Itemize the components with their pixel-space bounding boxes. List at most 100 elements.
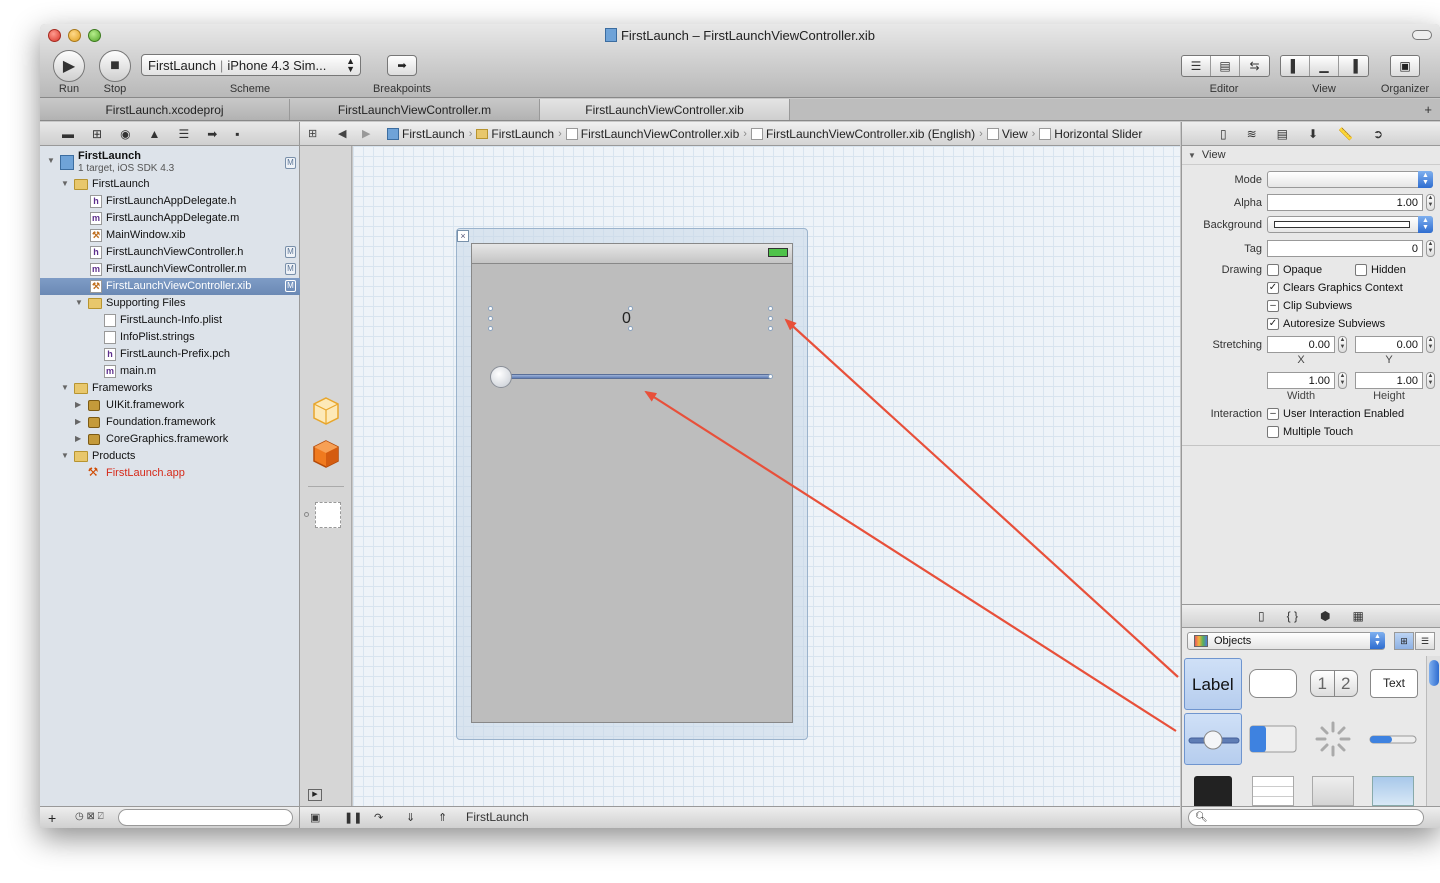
stop-button[interactable]: ■ <box>99 50 131 82</box>
background-color-popup[interactable]: ▲ ▼ <box>1267 216 1433 233</box>
expand-document-outline-icon[interactable]: ▶ <box>308 789 322 801</box>
scheme-popup[interactable]: FirstLaunch | iPhone 4.3 Sim... ▲ ▼ <box>141 54 361 76</box>
library-item-text-field[interactable]: Text <box>1364 658 1422 710</box>
tree-row-file[interactable]: ⚒ MainWindow.xib <box>40 227 300 244</box>
files-owner-icon[interactable] <box>312 396 340 426</box>
code-snippet-library-icon[interactable]: { } <box>1287 609 1298 623</box>
stretch-height-field[interactable]: 1.00 <box>1355 372 1423 389</box>
library-item-table-view-cell[interactable] <box>1304 768 1362 806</box>
toolbar-toggle-button[interactable] <box>1412 30 1432 40</box>
disclosure-closed-icon[interactable]: ▶ <box>75 434 85 443</box>
organizer-button[interactable]: ▣ <box>1390 55 1420 77</box>
icon-view-toggle[interactable]: ⊞ <box>1394 632 1414 650</box>
tab-viewcontroller-m[interactable]: FirstLaunchViewController.m <box>290 99 540 120</box>
tab-viewcontroller-xib[interactable]: FirstLaunchViewController.xib <box>540 99 790 120</box>
disclosure-open-icon[interactable]: ▼ <box>61 451 71 460</box>
tree-row-file[interactable]: FirstLaunch-Info.plist <box>40 312 300 329</box>
issue-navigator-icon[interactable]: ▲ <box>149 127 161 141</box>
disclosure-closed-icon[interactable]: ▶ <box>75 400 85 409</box>
stretch-x-field[interactable]: 0.00 <box>1267 336 1335 353</box>
library-item-switch[interactable] <box>1244 713 1302 765</box>
project-navigator-icon[interactable]: ▬ <box>62 127 74 141</box>
breadcrumb-view[interactable]: View › <box>986 127 1039 141</box>
navigator-toggle-icon[interactable]: ▌ <box>1281 56 1310 76</box>
hide-debug-area-icon[interactable]: ▣ <box>310 811 320 824</box>
view-segmented-control[interactable]: ▌ ▁ ▐ <box>1280 55 1369 77</box>
log-navigator-icon[interactable]: ▪ <box>235 127 239 141</box>
tree-row-framework[interactable]: ▶ CoreGraphics.framework <box>40 431 300 448</box>
ib-canvas[interactable]: × 0 <box>353 146 1180 806</box>
add-file-icon[interactable]: + <box>48 810 56 826</box>
tree-row-file[interactable]: m main.m <box>40 363 300 380</box>
tag-stepper[interactable]: ▲ ▼ <box>1426 240 1435 257</box>
disclosure-open-icon[interactable]: ▼ <box>1188 151 1196 160</box>
breadcrumb-file[interactable]: FirstLaunchViewController.xib › <box>565 127 751 141</box>
breadcrumb-slider[interactable]: Horizontal Slider <box>1039 127 1142 141</box>
disclosure-open-icon[interactable]: ▼ <box>75 298 85 307</box>
size-inspector-icon[interactable]: 📏 <box>1338 127 1353 141</box>
tree-row-file[interactable]: h FirstLaunchViewController.h M <box>40 244 300 261</box>
step-out-icon[interactable]: ⇑ <box>438 811 447 824</box>
file-inspector-icon[interactable]: ▯ <box>1220 127 1227 141</box>
filter-options-icon[interactable]: ◷ ⊠ ⍁ <box>75 811 104 822</box>
tree-row-file-selected[interactable]: ⚒ FirstLaunchViewController.xib M <box>40 278 300 295</box>
breakpoints-button[interactable]: ➡ <box>387 55 417 76</box>
tree-row-file[interactable]: h FirstLaunch-Prefix.pch <box>40 346 300 363</box>
stretch-height-stepper[interactable]: ▲ ▼ <box>1426 372 1435 389</box>
stretch-x-stepper[interactable]: ▲ ▼ <box>1338 336 1347 353</box>
clip-subviews-checkbox[interactable]: – <box>1267 300 1279 312</box>
clears-graphics-checkbox[interactable]: ✓ <box>1267 282 1279 294</box>
library-item-slider[interactable] <box>1184 713 1242 765</box>
tree-row-framework[interactable]: ▶ UIKit.framework <box>40 397 300 414</box>
attributes-inspector-icon[interactable]: ⬇ <box>1308 127 1318 141</box>
pause-icon[interactable]: ❚❚ <box>344 811 362 824</box>
tree-row-file[interactable]: InfoPlist.strings <box>40 329 300 346</box>
opaque-checkbox[interactable] <box>1267 264 1279 276</box>
disclosure-dot-icon[interactable] <box>304 512 309 517</box>
mode-popup[interactable]: ▲ ▼ <box>1267 171 1433 188</box>
user-interaction-checkbox[interactable]: – <box>1267 408 1279 420</box>
library-item-label[interactable]: Label <box>1184 658 1242 710</box>
library-item-segmented-control[interactable]: 1 2 <box>1304 658 1362 710</box>
library-item-activity-indicator[interactable] <box>1304 713 1362 765</box>
resize-handle[interactable] <box>488 316 493 321</box>
stretch-y-field[interactable]: 0.00 <box>1355 336 1423 353</box>
project-root-row[interactable]: ▼ FirstLaunch 1 target, iOS SDK 4.3 M <box>40 149 300 179</box>
first-responder-icon[interactable] <box>312 439 340 469</box>
resize-handle[interactable] <box>768 306 773 311</box>
scrollbar-knob[interactable] <box>1429 660 1439 686</box>
disclosure-open-icon[interactable]: ▼ <box>61 179 71 188</box>
assistant-editor-icon[interactable]: ▤ <box>1211 56 1240 76</box>
multiple-touch-checkbox[interactable] <box>1267 426 1279 438</box>
resize-handle[interactable] <box>768 374 773 379</box>
close-view-icon[interactable]: × <box>457 230 469 242</box>
tree-row-folder[interactable]: ▼ Products <box>40 448 300 465</box>
connections-inspector-icon[interactable]: ➲ <box>1373 127 1383 141</box>
navigator-filter-input[interactable] <box>118 809 293 826</box>
library-item-page-control[interactable] <box>1184 768 1242 806</box>
editor-segmented-control[interactable]: ☰ ▤ ⇆ <box>1181 55 1270 77</box>
library-item-table-view[interactable] <box>1244 768 1302 806</box>
disclosure-open-icon[interactable]: ▼ <box>61 383 71 392</box>
resize-handle[interactable] <box>768 316 773 321</box>
related-files-icon[interactable]: ⊞ <box>308 127 317 140</box>
library-scrollbar[interactable] <box>1426 656 1440 806</box>
breakpoint-navigator-icon[interactable]: ➡ <box>207 127 217 141</box>
list-view-toggle[interactable]: ☰ <box>1415 632 1435 650</box>
debug-navigator-icon[interactable]: ☰ <box>178 127 189 141</box>
tree-row-folder[interactable]: ▼ Frameworks <box>40 380 300 397</box>
tree-row-framework[interactable]: ▶ Foundation.framework <box>40 414 300 431</box>
tree-row-file[interactable]: m FirstLaunchAppDelegate.m <box>40 210 300 227</box>
forward-arrow-icon[interactable]: ▶ <box>362 127 370 140</box>
resize-handle[interactable] <box>488 306 493 311</box>
step-into-icon[interactable]: ⇓ <box>406 811 415 824</box>
value-label[interactable]: 0 <box>622 310 631 328</box>
alpha-field[interactable]: 1.00 <box>1267 194 1423 211</box>
tree-row-folder[interactable]: ▼ FirstLaunch <box>40 176 300 193</box>
standard-editor-icon[interactable]: ☰ <box>1182 56 1211 76</box>
object-library-icon[interactable]: ⬢ <box>1320 609 1330 623</box>
library-item-round-rect-button[interactable] <box>1244 658 1302 710</box>
media-library-icon[interactable]: ▦ <box>1352 609 1363 623</box>
run-button[interactable]: ▶ <box>53 50 85 82</box>
identity-inspector-icon[interactable]: ▤ <box>1277 127 1288 141</box>
